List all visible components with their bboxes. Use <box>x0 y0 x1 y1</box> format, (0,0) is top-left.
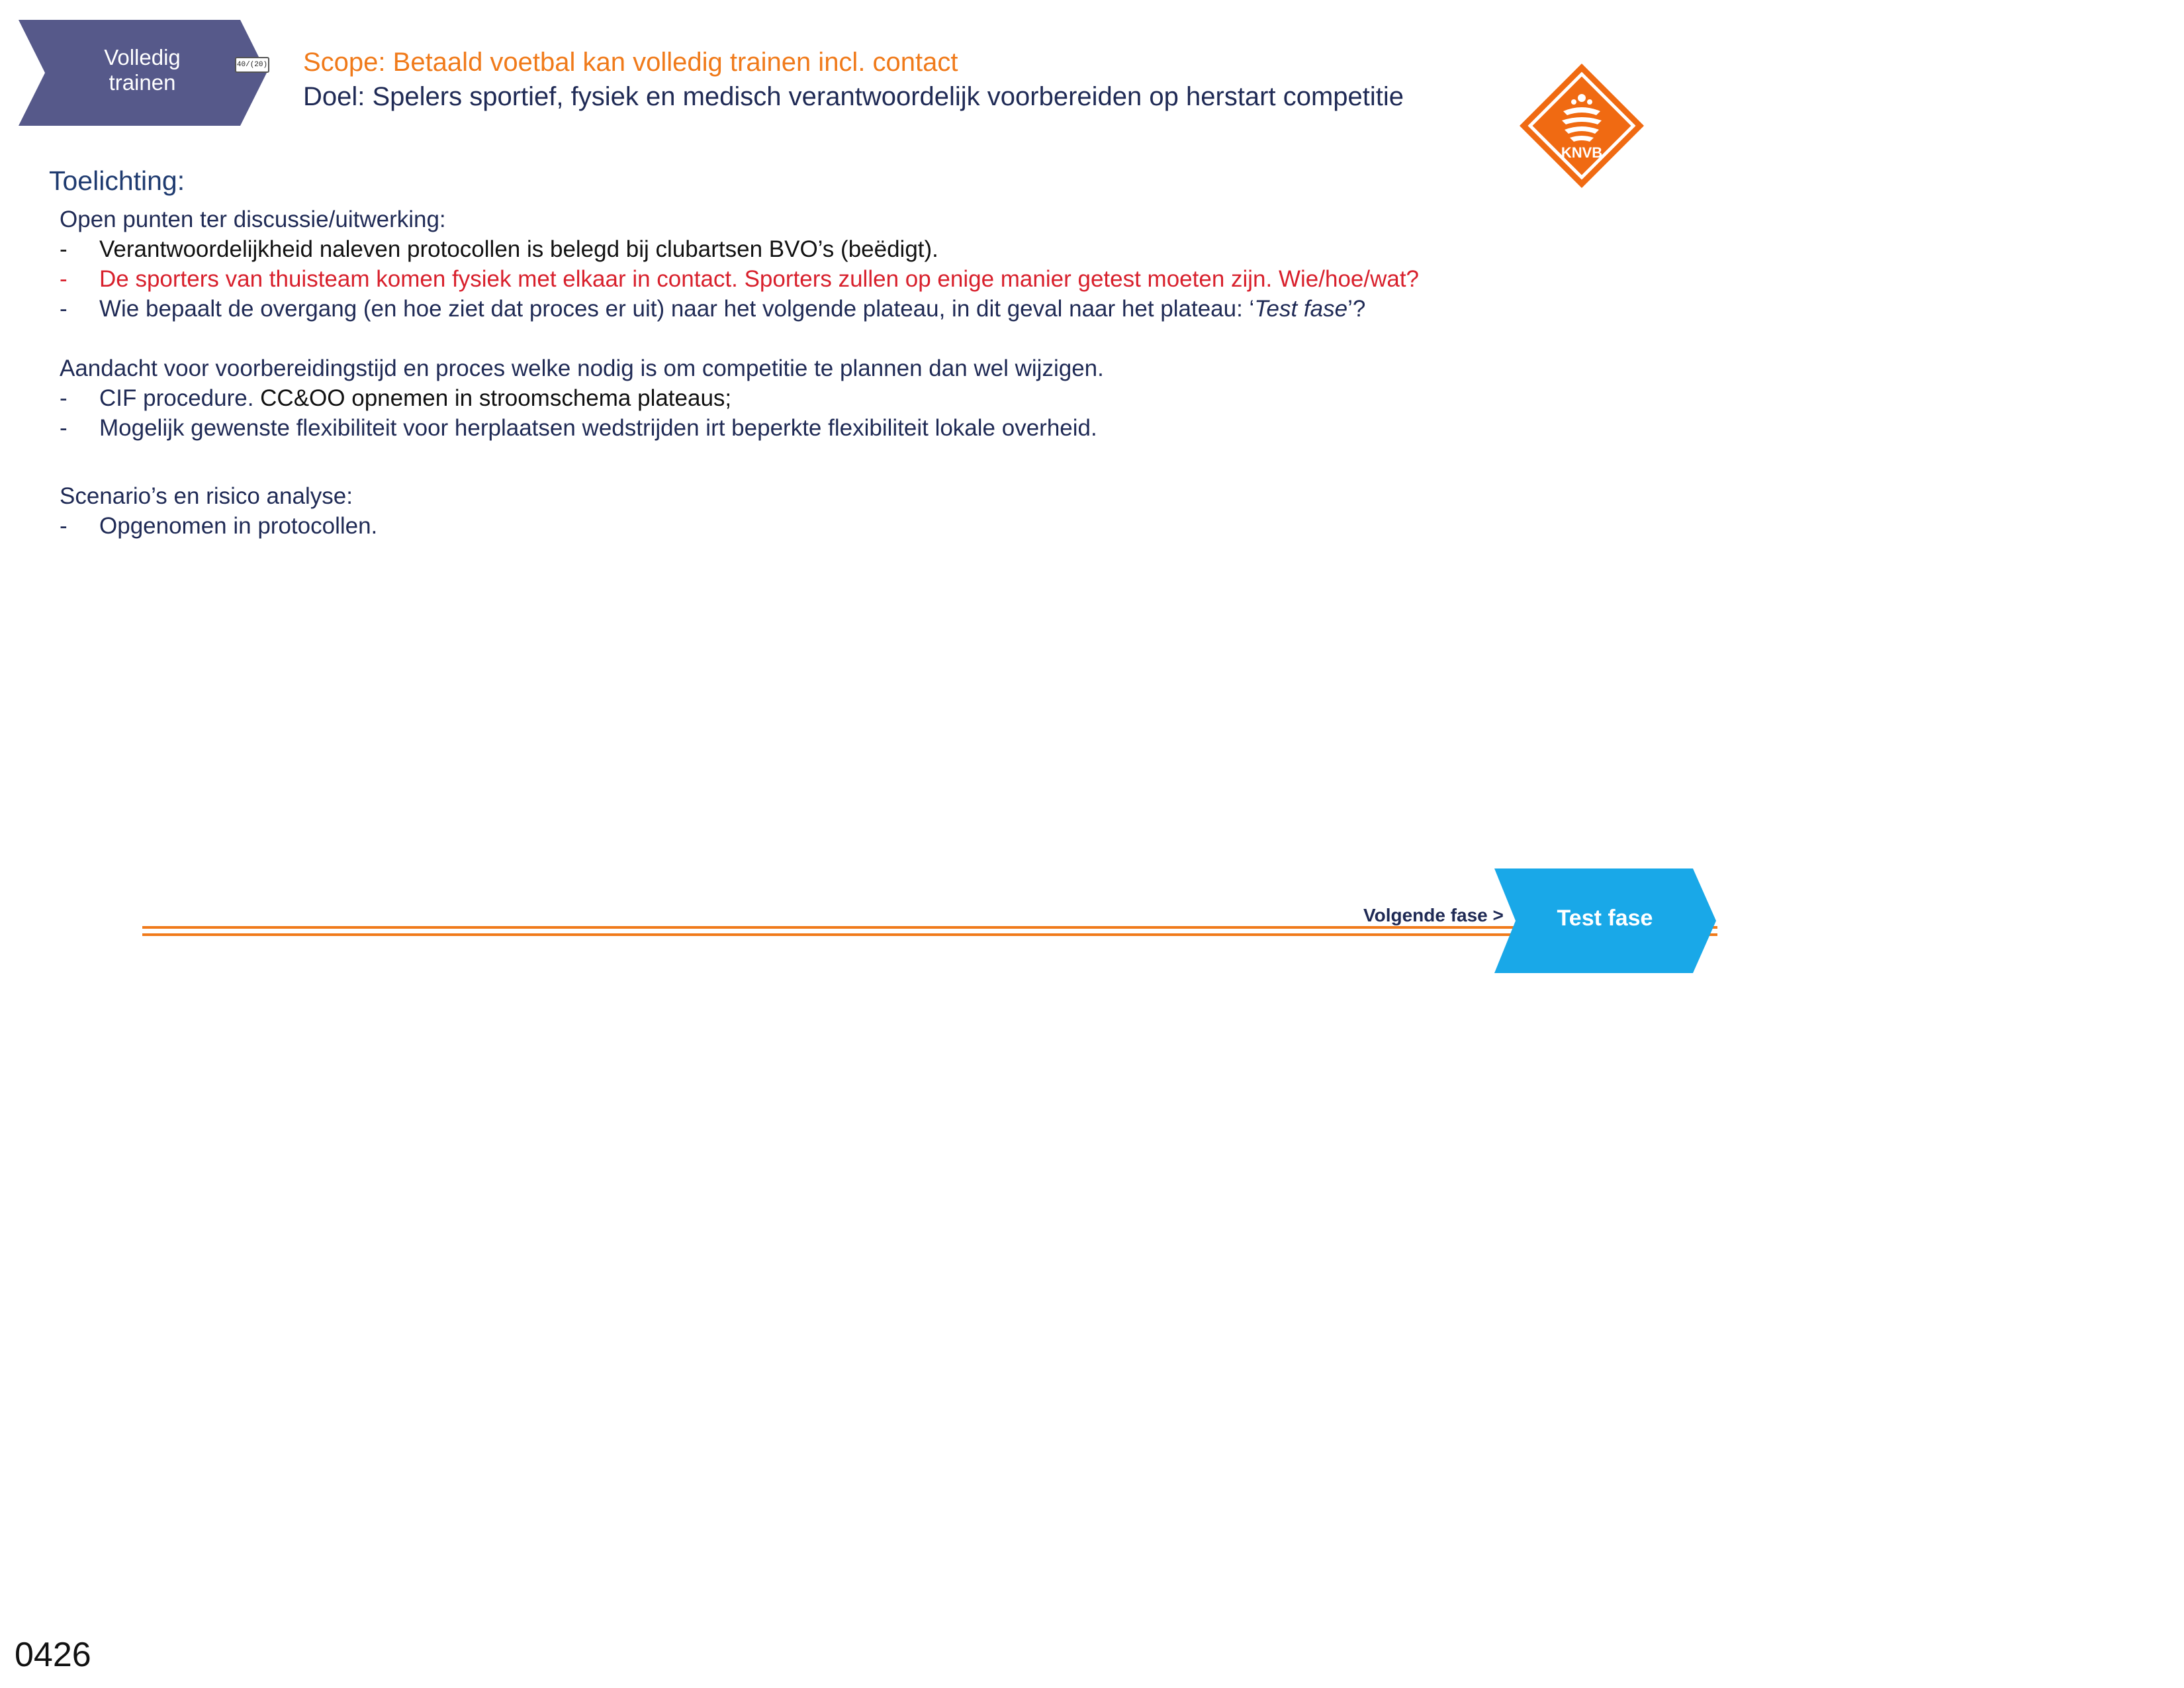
phase-tag: 40/(20) <box>235 57 269 73</box>
timeline-line <box>142 926 1717 936</box>
open-points-intro: Open punten ter discussie/uitwerking: <box>60 207 446 232</box>
page-number: 0426 <box>15 1636 91 1674</box>
next-phase-label: Volgende fase > <box>1363 905 1504 925</box>
section-title: Toelichting: <box>49 165 185 196</box>
knvb-logo: KNVB <box>1520 64 1644 188</box>
next-phase-button-label: Test fase <box>1557 906 1653 931</box>
logo-text: KNVB <box>1561 144 1602 161</box>
scope-text: Scope: Betaald voetbal kan volledig trai… <box>303 48 958 77</box>
goal-text: Doel: Spelers sportief, fysiek en medisc… <box>303 82 1404 111</box>
scenarios-intro: Scenario’s en risico analyse: <box>60 483 353 509</box>
current-phase-label: Volledig trainen <box>104 45 181 95</box>
preparation-intro: Aandacht voor voorbereidingstijd en proc… <box>60 355 1104 381</box>
